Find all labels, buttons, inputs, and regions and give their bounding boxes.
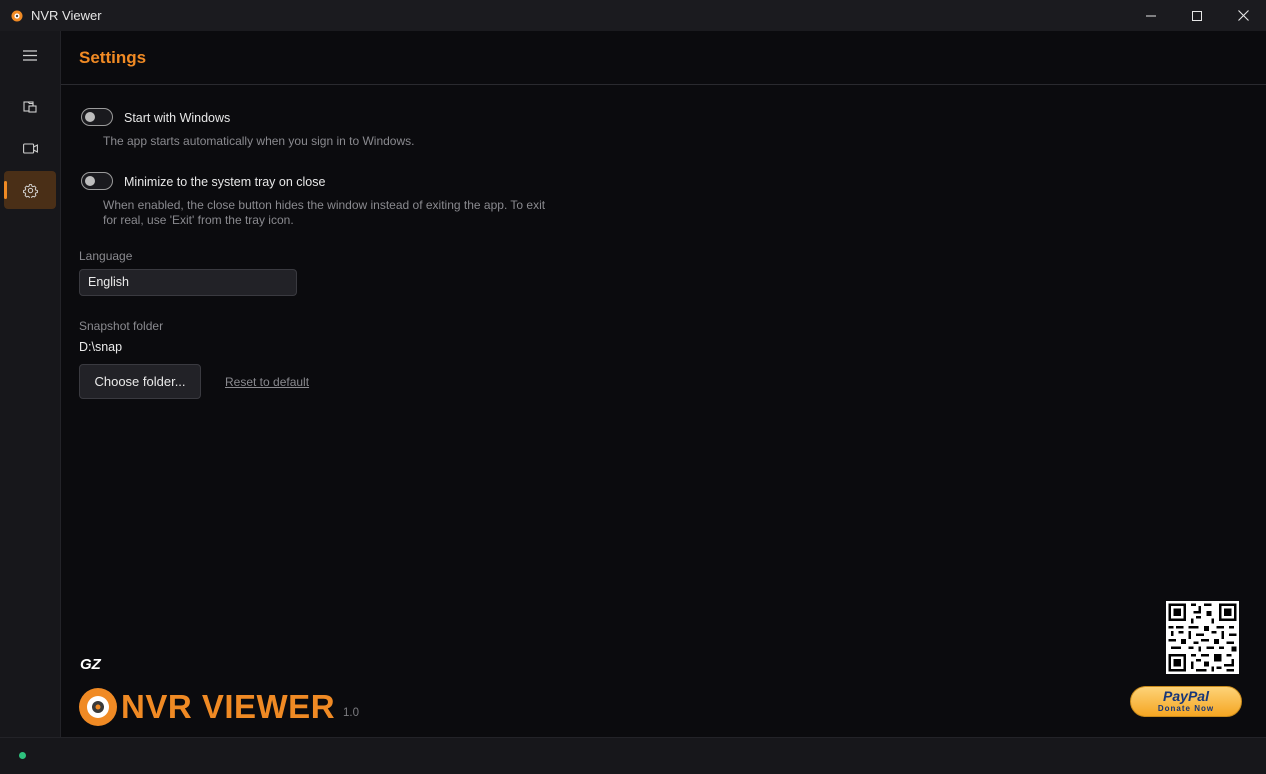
start-with-windows-label: Start with Windows bbox=[124, 111, 231, 125]
minimize-to-tray-label: Minimize to the system tray on close bbox=[124, 175, 326, 189]
snapshot-folder-label: Snapshot folder bbox=[79, 319, 164, 333]
connection-status-indicator bbox=[19, 752, 26, 759]
app-version: 1.0 bbox=[343, 707, 359, 719]
page-header: Settings bbox=[61, 31, 1266, 85]
page-title: Settings bbox=[79, 48, 147, 67]
sidebar-item-cameras[interactable] bbox=[4, 129, 56, 167]
start-with-windows-toggle[interactable] bbox=[81, 108, 113, 126]
sidebar-menu-toggle[interactable] bbox=[4, 36, 56, 74]
start-with-windows-description: The app starts automatically when you si… bbox=[103, 134, 415, 148]
camera-icon bbox=[22, 142, 38, 154]
language-label: Language bbox=[79, 249, 133, 263]
gz-logo-text: GZ bbox=[80, 656, 102, 671]
reset-to-default-link[interactable]: Reset to default bbox=[225, 375, 309, 389]
close-icon bbox=[1237, 10, 1249, 21]
close-button[interactable] bbox=[1220, 0, 1266, 31]
title-bar: NVR Viewer bbox=[0, 0, 1266, 31]
paypal-logo-text: PayPal bbox=[1163, 688, 1209, 704]
language-select[interactable]: English bbox=[79, 269, 297, 296]
sidebar-item-settings[interactable] bbox=[4, 171, 56, 209]
maximize-icon bbox=[1192, 10, 1202, 21]
gz-logo-icon: GZ bbox=[80, 656, 102, 671]
minimize-to-tray-toggle[interactable] bbox=[81, 172, 113, 190]
qr-code-icon bbox=[1166, 601, 1239, 674]
app-logo-icon bbox=[11, 10, 23, 21]
minimize-to-tray-description: When enabled, the close button hides the… bbox=[103, 198, 546, 227]
maximize-button[interactable] bbox=[1174, 0, 1220, 31]
brand-name: NVR VIEWER bbox=[121, 688, 336, 725]
donate-now-label: Donate Now bbox=[1157, 704, 1215, 713]
minimize-icon bbox=[1146, 15, 1156, 16]
window-title: NVR Viewer bbox=[31, 8, 102, 23]
settings-page: Settings Start with Windows The app star… bbox=[61, 31, 1266, 737]
sidebar-item-files[interactable] bbox=[4, 87, 56, 125]
menu-icon bbox=[23, 49, 37, 61]
folder-icon bbox=[23, 100, 37, 113]
gear-icon bbox=[22, 183, 38, 198]
choose-folder-button[interactable]: Choose folder... bbox=[79, 364, 201, 399]
minimize-button[interactable] bbox=[1128, 0, 1174, 31]
sidebar bbox=[0, 31, 61, 737]
status-bar bbox=[0, 737, 1266, 774]
paypal-donate-button[interactable]: PayPal Donate Now bbox=[1130, 686, 1242, 717]
window-controls bbox=[1128, 0, 1266, 31]
toggle-knob bbox=[85, 176, 95, 186]
snapshot-folder-path: D:\snap bbox=[79, 340, 123, 354]
nvr-viewer-logo-icon bbox=[79, 688, 117, 726]
toggle-knob bbox=[85, 112, 95, 122]
